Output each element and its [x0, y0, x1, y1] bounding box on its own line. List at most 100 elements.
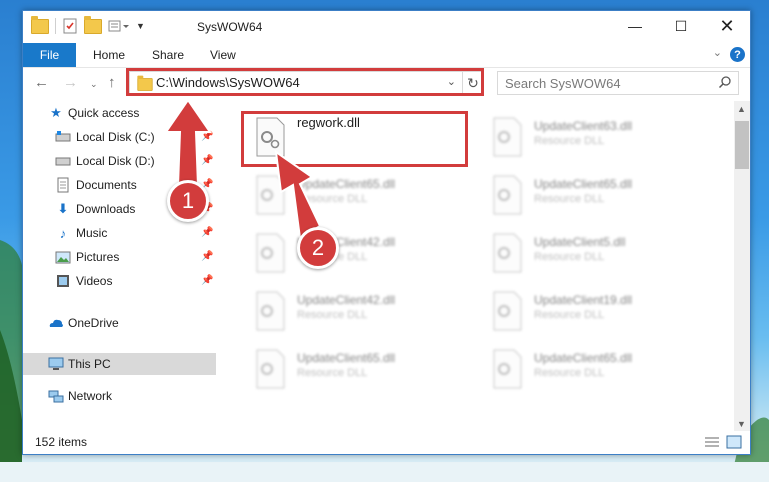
sidebar-item-local-disk-d[interactable]: Local Disk (D:) 📌 — [23, 150, 216, 172]
customize-toolbar-icon[interactable] — [108, 19, 130, 33]
forward-button[interactable]: → — [63, 74, 78, 91]
file-name: UpdateClient63.dll — [534, 119, 633, 133]
tab-share[interactable]: Share — [152, 48, 184, 62]
dll-file-icon — [493, 291, 522, 331]
file-item[interactable]: UpdateClient19.dll Resource DLL — [480, 287, 705, 335]
search-placeholder: Search SysWOW64 — [505, 76, 621, 91]
file-type: Resource DLL — [297, 193, 368, 205]
drive-icon — [55, 157, 71, 166]
pin-icon[interactable]: 📌 — [201, 227, 213, 238]
file-highlight-box — [241, 111, 468, 167]
sidebar-item-label: Local Disk (C:) — [76, 130, 155, 144]
file-type: Resource DLL — [534, 193, 605, 205]
file-item[interactable]: UpdateClient65.dll Resource DLL — [243, 171, 468, 219]
pictures-icon — [55, 251, 71, 264]
quick-access-toolbar: ▼ — [31, 15, 145, 34]
status-bar: 152 items — [23, 431, 750, 454]
file-item[interactable]: UpdateClient42.dll Resource DLL — [243, 229, 468, 277]
details-view-icon[interactable] — [704, 435, 720, 449]
sidebar-item-label: Music — [76, 226, 108, 240]
sidebar-item-label: Quick access — [68, 106, 140, 120]
dll-file-icon — [256, 175, 285, 215]
sidebar-item-this-pc[interactable]: This PC — [23, 353, 216, 375]
file-item[interactable]: UpdateClient63.dll Resource DLL — [480, 113, 705, 161]
address-highlight-box — [126, 68, 484, 96]
file-type: Resource DLL — [534, 367, 605, 379]
music-icon: ♪ — [59, 225, 67, 241]
file-item[interactable]: UpdateClient65.dll Resource DLL — [243, 345, 468, 393]
sidebar-item-quick-access[interactable]: ★ Quick access — [23, 102, 216, 124]
dll-file-icon — [493, 349, 522, 389]
file-type: Resource DLL — [534, 251, 605, 263]
callout-step-2: 2 — [297, 227, 339, 269]
vertical-scrollbar[interactable]: ▲ ▼ — [734, 101, 750, 433]
sidebar-item-network[interactable]: Network — [23, 385, 216, 407]
file-type: Resource DLL — [534, 309, 605, 321]
help-icon[interactable]: ? — [730, 47, 745, 62]
file-name: UpdateClient65.dll — [297, 351, 396, 365]
pin-icon[interactable]: 📌 — [201, 131, 213, 142]
star-icon: ★ — [50, 105, 62, 120]
file-name: UpdateClient5.dll — [534, 235, 626, 249]
navigation-pane: ★ Quick access Local Disk (C:) 📌 Local D… — [23, 101, 216, 433]
file-type: Resource DLL — [534, 135, 605, 147]
network-icon — [48, 390, 64, 403]
file-item[interactable]: UpdateClient65.dll Resource DLL — [480, 345, 705, 393]
dll-file-icon — [493, 117, 522, 157]
large-icons-view-icon[interactable] — [726, 435, 742, 449]
maximize-button[interactable]: ☐ — [658, 11, 704, 41]
search-input[interactable]: Search SysWOW64 — [497, 71, 739, 95]
tab-file[interactable]: File — [23, 43, 76, 67]
minimize-button[interactable]: — — [612, 11, 658, 41]
file-name: UpdateClient65.dll — [534, 177, 633, 191]
up-button[interactable]: ↑ — [108, 74, 116, 91]
folder-icon — [31, 15, 49, 34]
window-title: SysWOW64 — [197, 20, 263, 34]
drive-icon — [55, 131, 71, 142]
sidebar-item-music[interactable]: ♪ Music 📌 — [23, 222, 216, 244]
dll-file-icon — [256, 233, 285, 273]
file-item[interactable]: UpdateClient42.dll Resource DLL — [243, 287, 468, 335]
dropdown-arrow-icon[interactable]: ▼ — [136, 21, 145, 31]
sidebar-item-onedrive[interactable]: OneDrive — [23, 312, 216, 334]
file-name: UpdateClient65.dll — [297, 177, 396, 191]
new-folder-icon[interactable] — [84, 15, 102, 34]
back-button[interactable]: ← — [34, 74, 49, 91]
documents-icon — [57, 177, 69, 193]
sidebar-item-label: Downloads — [76, 202, 136, 216]
item-count: 152 items — [35, 435, 88, 449]
properties-icon[interactable] — [62, 18, 78, 34]
pin-icon[interactable]: 📌 — [201, 251, 213, 262]
scroll-down-icon[interactable]: ▼ — [737, 419, 746, 429]
recent-locations-button[interactable]: ⌄ — [90, 79, 98, 90]
scroll-up-icon[interactable]: ▲ — [737, 104, 746, 114]
pin-icon[interactable]: 📌 — [201, 155, 213, 166]
scroll-thumb[interactable] — [735, 121, 749, 169]
file-name: UpdateClient42.dll — [297, 293, 396, 307]
sidebar-item-label: Documents — [76, 178, 137, 192]
file-name: UpdateClient65.dll — [534, 351, 633, 365]
sidebar-item-label: Videos — [76, 274, 113, 288]
pin-icon[interactable]: 📌 — [201, 275, 213, 286]
sidebar-item-label: This PC — [68, 357, 111, 371]
tab-view[interactable]: View — [210, 48, 236, 62]
expand-ribbon-icon[interactable]: ⌄ — [713, 46, 722, 59]
sidebar-item-pictures[interactable]: Pictures 📌 — [23, 246, 216, 268]
pc-icon — [48, 357, 64, 370]
file-name: UpdateClient19.dll — [534, 293, 633, 307]
file-explorer-window: ▼ SysWOW64 — ☐ ✕ File Home Share View ⌄ … — [22, 10, 751, 455]
dll-file-icon — [256, 349, 285, 389]
title-bar: ▼ SysWOW64 — ☐ ✕ — [23, 11, 750, 43]
sidebar-item-label: Local Disk (D:) — [76, 154, 155, 168]
file-item[interactable]: UpdateClient65.dll Resource DLL — [480, 171, 705, 219]
close-button[interactable]: ✕ — [704, 11, 750, 41]
sidebar-item-local-disk-c[interactable]: Local Disk (C:) 📌 — [23, 126, 216, 148]
onedrive-icon — [49, 319, 63, 327]
tab-home[interactable]: Home — [93, 48, 125, 62]
downloads-icon: ⬇ — [57, 201, 69, 216]
file-type: Resource DLL — [297, 367, 368, 379]
file-item[interactable]: UpdateClient5.dll Resource DLL — [480, 229, 705, 277]
sidebar-item-videos[interactable]: Videos 📌 — [23, 270, 216, 292]
videos-icon — [57, 275, 69, 287]
dll-file-icon — [493, 175, 522, 215]
